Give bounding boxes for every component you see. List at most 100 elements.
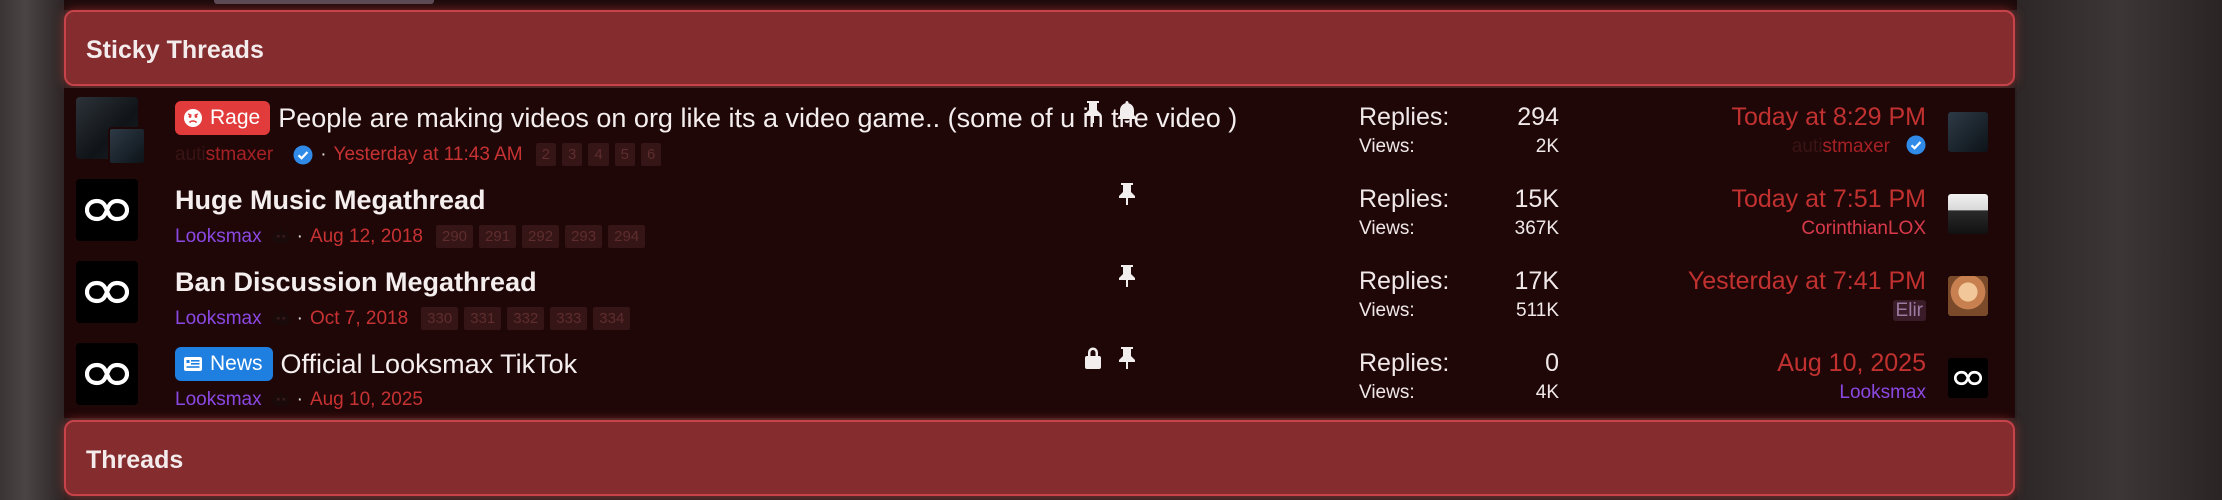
verified-badge-icon [1906, 135, 1926, 155]
last-poster-avatar[interactable] [1948, 112, 1988, 152]
threads-title: Threads [86, 446, 184, 474]
thread-row[interactable]: Ban Discussion Megathread Looksmax · Oct… [64, 252, 2015, 334]
last-post-user[interactable]: autistmaxer [1526, 134, 1926, 160]
last-post-user[interactable]: Looksmax [1526, 380, 1926, 406]
robot-icon [272, 310, 290, 328]
thread-meta: Looksmax · Aug 12, 2018 290 291 292 293 … [175, 225, 651, 248]
angry-face-icon [183, 108, 203, 128]
thread-author-part-a: auti [175, 143, 206, 165]
thread-prefix-news[interactable]: News [175, 347, 273, 381]
looksmax-logo-icon [1954, 370, 1982, 386]
thread-last-post: Aug 10, 2025 Looksmax [1526, 346, 1926, 406]
thread-row[interactable]: Rage People are making videos on org lik… [64, 88, 2015, 170]
page-link[interactable]: 5 [614, 143, 635, 166]
thread-author-avatar[interactable] [76, 179, 138, 241]
pin-icon [1116, 264, 1138, 288]
meta-separator: · [296, 225, 303, 247]
page-link[interactable]: 291 [479, 225, 517, 248]
thread-title-link[interactable]: Official Looksmax TikTok [281, 349, 578, 380]
thread-status-icons [1116, 264, 1138, 288]
thread-page-jump: 2 3 4 5 6 [535, 143, 668, 166]
thread-last-post: Today at 8:29 PM autistmaxer [1526, 100, 1926, 160]
thread-page-jump: 330 331 332 333 334 [421, 307, 636, 330]
last-post-date[interactable]: Today at 8:29 PM [1526, 100, 1926, 134]
page-link[interactable]: 331 [464, 307, 502, 330]
views-label: Views: [1359, 218, 1415, 239]
page-link[interactable]: 333 [550, 307, 588, 330]
thread-author-link[interactable]: autistmaxer [175, 144, 273, 166]
page-link[interactable]: 332 [507, 307, 545, 330]
last-post-user[interactable]: CorinthianLOX [1526, 216, 1926, 242]
replies-label: Replies: [1359, 266, 1450, 295]
last-user-part-b: stmaxer [1822, 136, 1890, 157]
page-link[interactable]: 330 [421, 307, 459, 330]
bell-icon [1116, 100, 1138, 124]
last-post-date[interactable]: Today at 7:51 PM [1526, 182, 1926, 216]
replies-label: Replies: [1359, 184, 1450, 213]
thread-page-jump: 290 291 292 293 294 [435, 225, 651, 248]
thread-last-post: Today at 7:51 PM CorinthianLOX [1526, 182, 1926, 242]
thread-meta: Looksmax · Oct 7, 2018 330 331 332 333 3… [175, 307, 636, 330]
thread-author-avatar[interactable] [76, 343, 138, 405]
lock-icon [1082, 346, 1104, 370]
thread-title-link[interactable]: Huge Music Megathread [175, 185, 486, 216]
thread-title-line: Rage People are making videos on org lik… [175, 99, 1237, 137]
newspaper-icon [183, 354, 203, 374]
pin-icon [1082, 100, 1104, 124]
views-label: Views: [1359, 382, 1415, 403]
page-link[interactable]: 292 [522, 225, 560, 248]
looksmax-logo-icon [85, 362, 129, 386]
last-poster-avatar[interactable] [1948, 358, 1988, 398]
last-user-part-a: auti [1791, 136, 1823, 157]
meta-separator: · [296, 307, 303, 329]
thread-status-icons [1082, 100, 1138, 124]
thread-start-date[interactable]: Yesterday at 11:43 AM [334, 144, 523, 166]
previous-block-edge [64, 0, 2017, 10]
page-link[interactable]: 290 [435, 225, 474, 248]
last-post-date[interactable]: Yesterday at 7:41 PM [1526, 264, 1926, 298]
last-post-user[interactable]: Elir [1892, 300, 1926, 321]
thread-last-post: Yesterday at 7:41 PM Elir [1526, 264, 1926, 324]
views-label: Views: [1359, 300, 1415, 321]
views-label: Views: [1359, 136, 1415, 157]
page-link[interactable]: 3 [561, 143, 583, 166]
replies-label: Replies: [1359, 102, 1450, 131]
page-link[interactable]: 2 [535, 143, 556, 166]
thread-author-avatar[interactable] [76, 261, 138, 323]
thread-meta: autistmaxer · Yesterday at 11:43 AM 2 3 … [175, 143, 667, 166]
pin-icon [1116, 182, 1138, 206]
thread-start-date[interactable]: Aug 10, 2025 [310, 389, 423, 411]
thread-row[interactable]: Huge Music Megathread Looksmax · Aug 12,… [64, 170, 2015, 252]
thread-author-part-b: stmaxer [205, 143, 274, 165]
thread-title-line: News Official Looksmax TikTok [175, 345, 577, 383]
thread-start-date[interactable]: Oct 7, 2018 [310, 308, 408, 330]
threads-header: Threads [64, 420, 2015, 496]
robot-icon [272, 228, 290, 246]
last-poster-avatar[interactable] [1948, 276, 1988, 316]
thread-status-icons [1116, 182, 1138, 206]
thread-status-icons [1082, 346, 1138, 370]
thread-title-line: Ban Discussion Megathread [175, 263, 537, 301]
page-link[interactable]: 4 [588, 143, 609, 166]
thread-meta: Looksmax · Aug 10, 2025 [175, 389, 423, 411]
page-link[interactable]: 6 [641, 143, 662, 166]
thread-author-link[interactable]: Looksmax [175, 389, 262, 411]
thread-author-link[interactable]: Looksmax [175, 226, 262, 248]
replies-label: Replies: [1359, 348, 1450, 377]
looksmax-logo-icon [85, 198, 129, 222]
thread-title-link[interactable]: Ban Discussion Megathread [175, 267, 537, 298]
thread-prefix-rage[interactable]: Rage [175, 101, 271, 135]
thread-author-avatar-mini [108, 127, 146, 165]
page-link[interactable]: 334 [593, 307, 631, 330]
page-link[interactable]: 294 [608, 225, 646, 248]
thread-row[interactable]: News Official Looksmax TikTok Looksmax ·… [64, 334, 2015, 416]
thread-author-avatar[interactable] [76, 97, 146, 165]
background-right [2017, 0, 2222, 500]
last-post-date[interactable]: Aug 10, 2025 [1526, 346, 1926, 380]
last-poster-avatar[interactable] [1948, 194, 1988, 234]
thread-start-date[interactable]: Aug 12, 2018 [310, 226, 423, 248]
page-link[interactable]: 293 [565, 225, 603, 248]
sticky-threads-title: Sticky Threads [86, 36, 264, 64]
thread-author-link[interactable]: Looksmax [175, 308, 262, 330]
sticky-thread-list: Rage People are making videos on org lik… [64, 88, 2015, 418]
